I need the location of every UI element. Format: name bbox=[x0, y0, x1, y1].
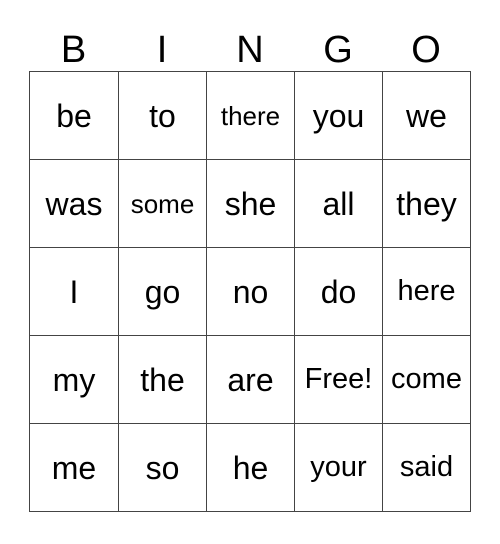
bingo-cell-label: to bbox=[149, 97, 176, 134]
bingo-cell-label: he bbox=[232, 449, 269, 486]
bingo-cell-label: my bbox=[52, 361, 96, 398]
bingo-header-letter-o: O bbox=[411, 29, 441, 71]
bingo-cell[interactable]: here bbox=[382, 247, 471, 336]
bingo-row: my the are Free! come bbox=[29, 335, 471, 424]
bingo-cell-label: they bbox=[396, 185, 457, 222]
bingo-row: be to there you we bbox=[29, 71, 471, 160]
bingo-cell-label: I bbox=[69, 273, 79, 310]
bingo-cell[interactable]: he bbox=[206, 423, 295, 512]
bingo-header-letter-n: N bbox=[236, 29, 264, 71]
bingo-free-space[interactable]: Free! bbox=[294, 335, 383, 424]
bingo-cell[interactable]: all bbox=[294, 159, 383, 248]
bingo-cell-label: go bbox=[144, 273, 181, 310]
bingo-cell[interactable]: we bbox=[382, 71, 471, 160]
bingo-cell[interactable]: you bbox=[294, 71, 383, 160]
bingo-cell[interactable]: said bbox=[382, 423, 471, 512]
bingo-cell[interactable]: my bbox=[29, 335, 119, 424]
bingo-cell-label: there bbox=[220, 100, 281, 131]
bingo-header-row: B I N G O bbox=[29, 20, 470, 71]
bingo-cell-label: be bbox=[56, 97, 92, 134]
bingo-free-space-label: Free! bbox=[304, 363, 373, 395]
bingo-cell[interactable]: there bbox=[206, 71, 295, 160]
bingo-cell[interactable]: some bbox=[118, 159, 207, 248]
bingo-grid: be to there you we was some she all they… bbox=[29, 71, 471, 512]
bingo-cell[interactable]: so bbox=[118, 423, 207, 512]
bingo-cell[interactable]: no bbox=[206, 247, 295, 336]
bingo-cell-label: here bbox=[397, 275, 456, 307]
bingo-cell-label: was bbox=[45, 185, 103, 222]
bingo-cell[interactable]: I bbox=[29, 247, 119, 336]
bingo-cell-label: me bbox=[51, 449, 97, 486]
bingo-row: was some she all they bbox=[29, 159, 471, 248]
bingo-cell-label: we bbox=[406, 97, 447, 134]
bingo-cell-label: all bbox=[322, 185, 355, 222]
bingo-cell[interactable]: they bbox=[382, 159, 471, 248]
bingo-cell-label: no bbox=[232, 273, 269, 310]
bingo-cell-label: the bbox=[140, 361, 185, 398]
bingo-cell[interactable]: me bbox=[29, 423, 119, 512]
bingo-cell[interactable]: your bbox=[294, 423, 383, 512]
bingo-cell-label: are bbox=[227, 361, 274, 398]
bingo-cell[interactable]: do bbox=[294, 247, 383, 336]
bingo-cell[interactable]: go bbox=[118, 247, 207, 336]
bingo-cell-label: your bbox=[310, 451, 367, 483]
bingo-cell-label: you bbox=[312, 97, 365, 134]
bingo-cell[interactable]: are bbox=[206, 335, 295, 424]
bingo-row: I go no do here bbox=[29, 247, 471, 336]
bingo-cell-label: so bbox=[145, 449, 180, 486]
bingo-cell[interactable]: was bbox=[29, 159, 119, 248]
bingo-cell[interactable]: come bbox=[382, 335, 471, 424]
bingo-cell[interactable]: she bbox=[206, 159, 295, 248]
bingo-cell-label: come bbox=[391, 363, 462, 395]
bingo-row: me so he your said bbox=[29, 423, 471, 512]
bingo-header-letter-i: I bbox=[156, 29, 168, 71]
bingo-header-letter-g: G bbox=[323, 29, 353, 71]
bingo-cell[interactable]: be bbox=[29, 71, 119, 160]
bingo-cell-label: said bbox=[399, 451, 454, 483]
bingo-card: B I N G O be to there you we was some sh… bbox=[29, 20, 471, 512]
bingo-cell-label: she bbox=[224, 185, 277, 222]
bingo-cell[interactable]: the bbox=[118, 335, 207, 424]
bingo-cell[interactable]: to bbox=[118, 71, 207, 160]
bingo-cell-label: some bbox=[130, 188, 195, 219]
bingo-header-letter-b: B bbox=[60, 29, 87, 71]
bingo-cell-label: do bbox=[320, 273, 357, 310]
